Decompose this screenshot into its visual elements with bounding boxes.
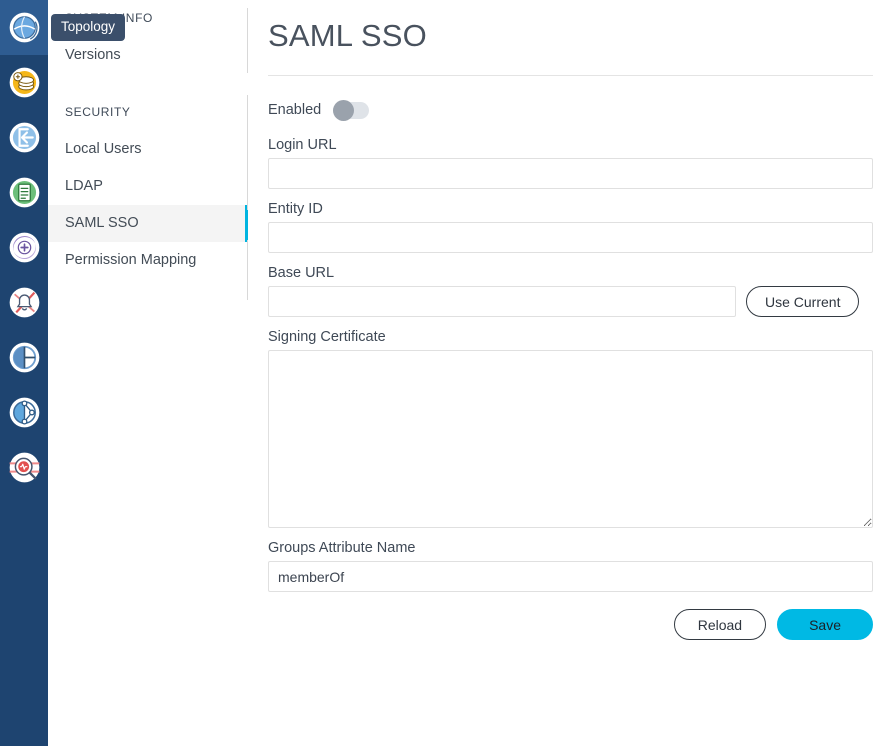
add-circle-swirl-icon <box>9 232 39 263</box>
sidebar-item-label: LDAP <box>65 178 103 194</box>
rail-item-access[interactable] <box>0 110 48 165</box>
sidebar-section-security: SECURITY <box>65 105 131 119</box>
rail-item-topology[interactable] <box>0 0 48 55</box>
magnifier-pulse-icon <box>9 452 39 483</box>
rail-item-provisioning[interactable] <box>0 220 48 275</box>
rail-item-diagnostics[interactable] <box>0 440 48 495</box>
groups-attribute-label: Groups Attribute Name <box>268 540 416 556</box>
app-root: SYSTEM INFO Versions SECURITY Local User… <box>0 0 888 746</box>
enabled-label: Enabled <box>268 102 322 118</box>
base-url-row: Use Current <box>268 286 873 317</box>
document-list-icon <box>9 177 39 208</box>
sidebar-item-saml-sso[interactable]: SAML SSO <box>48 205 249 242</box>
tooltip-topology: Topology <box>51 14 126 41</box>
sidebar-item-label: Versions <box>65 47 121 63</box>
primary-icon-rail <box>0 0 48 746</box>
form-actions: Reload Save <box>268 609 873 640</box>
page-title: SAML SSO <box>268 18 427 53</box>
login-url-input[interactable] <box>268 158 873 189</box>
signing-certificate-label: Signing Certificate <box>268 329 386 345</box>
globe-topology-icon <box>9 12 39 43</box>
half-circle-chart-icon <box>9 342 39 373</box>
sidebar-item-label: Permission Mapping <box>65 252 197 268</box>
graph-nodes-icon <box>9 397 39 428</box>
toggle-knob <box>333 99 355 121</box>
coins-stack-icon <box>9 67 39 98</box>
entity-id-input[interactable] <box>268 222 873 253</box>
entity-id-label: Entity ID <box>268 201 323 217</box>
sidebar-item-label: Local Users <box>65 141 142 157</box>
base-url-input[interactable] <box>268 286 736 317</box>
saml-sso-form: Enabled Login URL Entity ID Base URL Use… <box>268 95 873 640</box>
rail-item-inventory[interactable] <box>0 55 48 110</box>
bell-alert-icon <box>9 287 39 318</box>
sidebar-item-label: SAML SSO <box>65 215 139 231</box>
sidebar-item-local-users[interactable]: Local Users <box>48 131 248 168</box>
login-arrow-icon <box>9 122 39 153</box>
enabled-row: Enabled <box>268 95 873 125</box>
main-content: SAML SSO Enabled Login URL Entity ID Bas… <box>248 0 888 746</box>
login-url-label: Login URL <box>268 137 337 153</box>
rail-item-alerts[interactable] <box>0 275 48 330</box>
rail-item-graph[interactable] <box>0 385 48 440</box>
signing-certificate-textarea[interactable] <box>268 350 873 528</box>
groups-attribute-input[interactable] <box>268 561 873 592</box>
title-divider <box>268 75 873 76</box>
save-button[interactable]: Save <box>777 609 873 640</box>
sidebar-item-ldap[interactable]: LDAP <box>48 168 248 205</box>
secondary-sidebar: SYSTEM INFO Versions SECURITY Local User… <box>48 0 249 746</box>
base-url-label: Base URL <box>268 265 335 281</box>
rail-item-reports[interactable] <box>0 165 48 220</box>
rail-item-analytics[interactable] <box>0 330 48 385</box>
enabled-toggle[interactable] <box>333 99 370 121</box>
reload-button[interactable]: Reload <box>673 609 767 640</box>
sidebar-item-versions[interactable]: Versions <box>48 37 248 74</box>
sidebar-item-permission-mapping[interactable]: Permission Mapping <box>48 242 248 279</box>
use-current-button[interactable]: Use Current <box>746 286 860 317</box>
